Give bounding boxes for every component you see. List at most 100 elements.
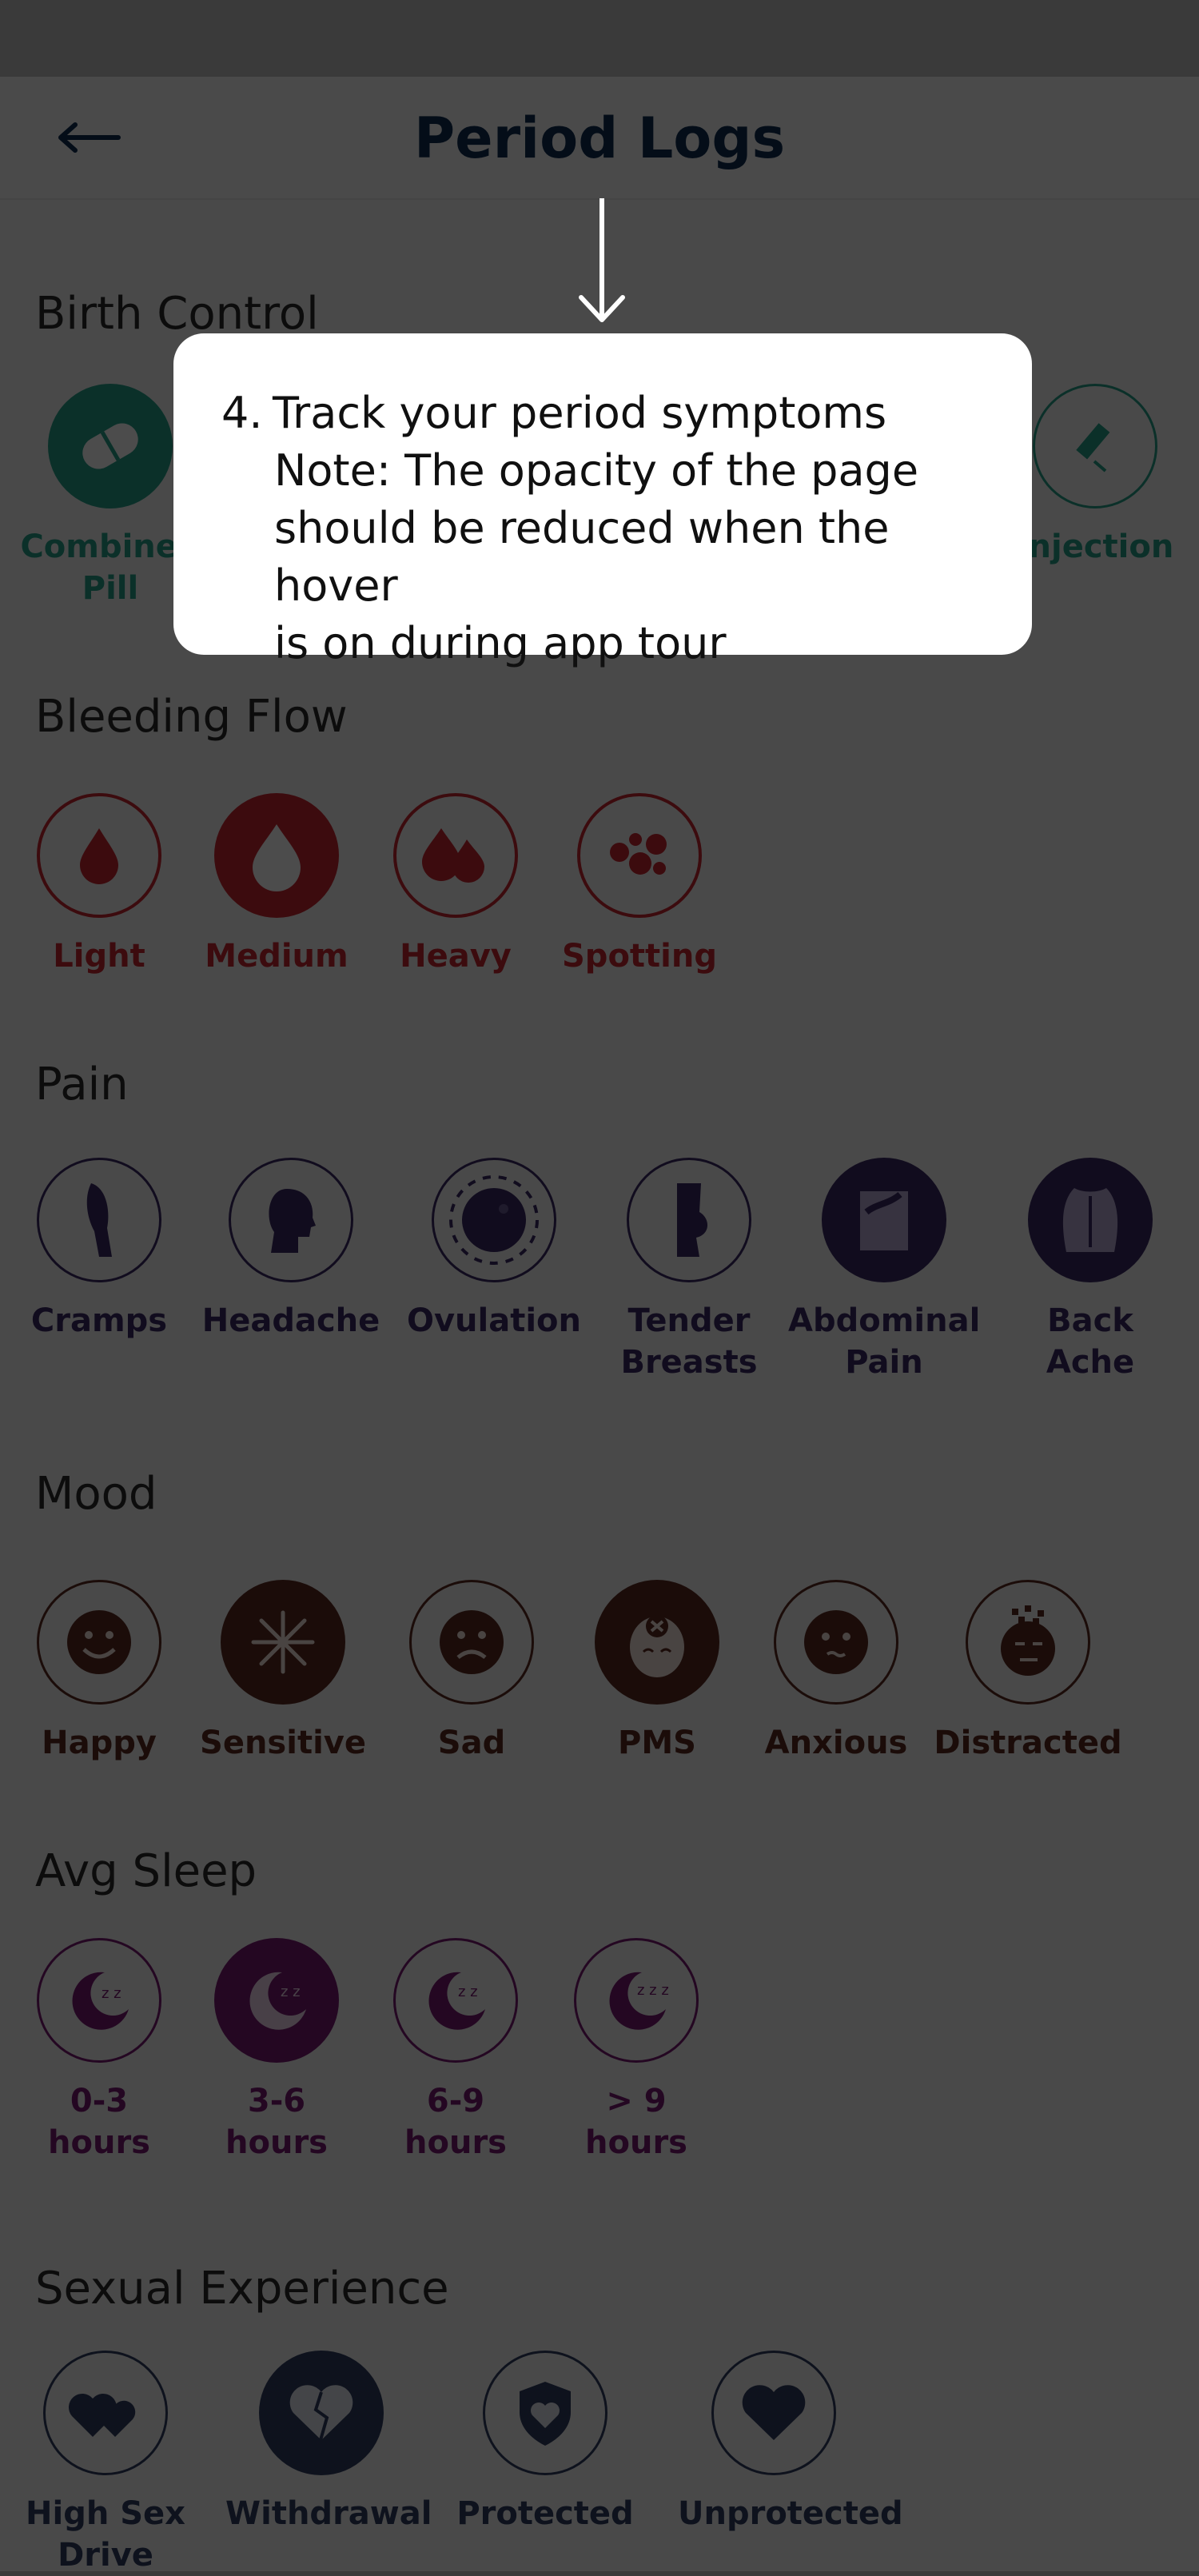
option-abdominal-pain[interactable]: Abdominal Pain: [788, 1158, 980, 1383]
back-ache-icon: [1028, 1158, 1153, 1282]
option-light[interactable]: Light: [3, 793, 195, 977]
option-protected[interactable]: Protected: [449, 2351, 641, 2534]
option-heavy[interactable]: Heavy: [360, 793, 552, 977]
option-label: Medium: [205, 938, 349, 975]
section-title-bleeding-flow: Bleeding Flow: [35, 691, 348, 743]
svg-text:z z: z z: [458, 1984, 478, 2000]
single-drop-icon: [37, 793, 161, 918]
option-label: Anxious: [764, 1725, 908, 1761]
section-title-mood: Mood: [35, 1468, 157, 1520]
distracted-face-icon: [966, 1580, 1090, 1705]
option-tender-breasts[interactable]: Tender Breasts: [593, 1158, 785, 1383]
moon-sleep-icon: z z: [37, 1938, 161, 2063]
option-sleep-6-9[interactable]: z z 6-9 hours: [360, 1938, 552, 2163]
option-label: Withdrawal: [225, 2495, 432, 2532]
option-label: Spotting: [562, 938, 717, 975]
heavy-drops-icon: [393, 793, 518, 918]
option-distracted[interactable]: Distracted: [932, 1580, 1124, 1764]
tour-note-line: should be reduced when the hover: [274, 503, 890, 611]
option-label: 6-9: [426, 2083, 485, 2119]
option-label: Abdominal: [788, 1302, 981, 1339]
option-label: Pain: [845, 1344, 923, 1381]
tour-tooltip[interactable]: 4. Track your period symptoms Note: The o…: [173, 333, 1032, 668]
option-label: hours: [585, 2124, 687, 2161]
option-sensitive[interactable]: Sensitive: [187, 1580, 379, 1764]
option-label: Cramps: [30, 1302, 168, 1339]
option-label: Drive: [58, 2537, 153, 2574]
option-medium[interactable]: Medium: [181, 793, 372, 977]
option-sad[interactable]: Sad: [376, 1580, 568, 1764]
svg-text:z z: z z: [102, 1985, 121, 2002]
headache-icon: [229, 1158, 353, 1282]
moon-sleep-icon: z z z: [574, 1938, 699, 2063]
tender-breasts-icon: [627, 1158, 751, 1282]
option-sleep-0-3[interactable]: z z 0-3 hours: [3, 1938, 195, 2163]
option-cramps[interactable]: Cramps: [3, 1158, 195, 1342]
option-label: Tender: [627, 1302, 751, 1339]
shield-heart-icon: [483, 2351, 607, 2475]
option-ovulation[interactable]: Ovulation: [398, 1158, 590, 1342]
option-label: hours: [225, 2124, 328, 2161]
option-label: Unprotected: [678, 2495, 903, 2532]
option-sleep-3-6[interactable]: z z 3-6 hours: [181, 1938, 372, 2163]
svg-text:z z z: z z z: [637, 1982, 669, 1999]
section-title-pain: Pain: [35, 1059, 129, 1111]
option-headache[interactable]: Headache: [195, 1158, 387, 1342]
option-label: Sad: [437, 1725, 506, 1761]
tour-note-line: is on during app tour: [274, 618, 727, 668]
heart-icon: [711, 2351, 836, 2475]
option-label: Distracted: [934, 1725, 1122, 1761]
happy-face-icon: [37, 1580, 161, 1705]
option-pms[interactable]: PMS: [561, 1580, 753, 1764]
page-title: Period Logs: [413, 106, 786, 171]
option-label: Back: [1047, 1302, 1133, 1339]
option-label: 0-3: [70, 2083, 129, 2119]
status-bar: [0, 0, 1199, 77]
option-label: hours: [48, 2124, 150, 2161]
option-high-sex-drive[interactable]: High Sex Drive: [10, 2351, 201, 2576]
tour-note-line: Note: The opacity of the page: [274, 445, 919, 496]
option-label: High Sex: [26, 2495, 185, 2532]
pms-face-icon: [595, 1580, 719, 1705]
ovulation-icon: [432, 1158, 556, 1282]
option-label: Breasts: [620, 1344, 758, 1381]
sad-face-icon: [409, 1580, 534, 1705]
tour-pointer-arrow: [579, 198, 625, 322]
section-title-sexual-experience: Sexual Experience: [35, 2263, 449, 2315]
option-back-ache[interactable]: Back Ache: [994, 1158, 1186, 1383]
medium-drop-icon: [214, 793, 339, 918]
tour-step-number: 4.: [221, 388, 263, 438]
option-label: Light: [53, 938, 145, 975]
moon-sleep-icon: z z: [393, 1938, 518, 2063]
option-label: Headache: [201, 1302, 380, 1339]
cramps-icon: [37, 1158, 161, 1282]
broken-heart-icon: [259, 2351, 384, 2475]
section-title-avg-sleep: Avg Sleep: [35, 1845, 257, 1897]
app-header: Period Logs: [0, 77, 1199, 200]
option-label: Heavy: [400, 938, 512, 975]
snowflake-icon: [221, 1580, 345, 1705]
option-label: hours: [404, 2124, 507, 2161]
section-title-birth-control: Birth Control: [35, 288, 319, 340]
spotting-icon: [577, 793, 702, 918]
option-happy[interactable]: Happy: [3, 1580, 195, 1764]
tour-step-heading: Track your period symptoms: [273, 388, 887, 438]
option-label: PMS: [618, 1725, 696, 1761]
option-label: 3-6: [247, 2083, 306, 2119]
tooltip-heading: 4. Track your period symptoms: [221, 385, 992, 442]
pill-icon: [48, 384, 173, 508]
abdominal-pain-icon: [822, 1158, 946, 1282]
svg-text:z z: z z: [281, 1984, 301, 2000]
option-anxious[interactable]: Anxious: [740, 1580, 932, 1764]
moon-sleep-icon: z z: [214, 1938, 339, 2063]
option-label: Ache: [1046, 1344, 1135, 1381]
option-sleep-9-plus[interactable]: z z z > 9 hours: [540, 1938, 732, 2163]
option-label: Sensitive: [200, 1725, 366, 1761]
option-withdrawal[interactable]: Withdrawal: [225, 2351, 432, 2534]
option-unprotected[interactable]: Unprotected: [678, 2351, 903, 2534]
option-label: > 9: [606, 2083, 667, 2119]
injection-icon: [1033, 384, 1157, 508]
option-label: Happy: [42, 1725, 157, 1761]
anxious-face-icon: [774, 1580, 898, 1705]
option-spotting[interactable]: Spotting: [544, 793, 735, 977]
